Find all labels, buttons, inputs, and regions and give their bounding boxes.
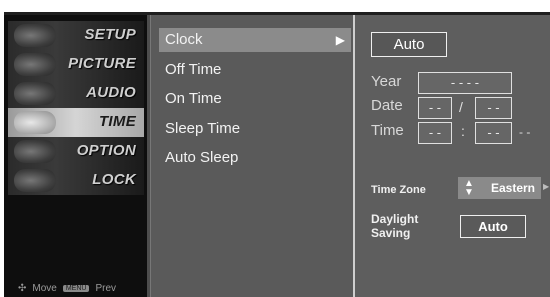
time-hour-field[interactable]: - -: [418, 122, 452, 144]
category-option[interactable]: OPTION: [8, 137, 144, 166]
category-label: SETUP: [84, 26, 136, 43]
category-label: PICTURE: [68, 55, 136, 72]
daylight-label-line2: Saving: [371, 226, 411, 240]
right-arrow-icon[interactable]: ▶: [543, 182, 549, 191]
year-label: Year: [371, 73, 402, 90]
picture-thumbnail-icon: [14, 53, 56, 76]
navigation-hints: ✣ Move MENU Prev: [18, 283, 116, 294]
prev-hint-label: Prev: [95, 283, 117, 294]
daylight-saving-selector[interactable]: Auto: [460, 215, 526, 238]
category-label: TIME: [98, 113, 136, 130]
date-label: Date: [371, 97, 403, 114]
up-down-arrow-icon: ▲ ▼: [464, 178, 474, 198]
time-zone-selector[interactable]: ▲ ▼ Eastern: [458, 177, 541, 199]
submenu-item-auto-sleep[interactable]: Auto Sleep: [159, 146, 351, 170]
time-label: Time: [371, 122, 404, 139]
time-submenu: Clock ▶ Off Time On Time Sleep Time Auto…: [150, 15, 353, 297]
category-label: LOCK: [92, 171, 136, 188]
submenu-item-sleep-time[interactable]: Sleep Time: [159, 117, 351, 141]
category-time[interactable]: TIME: [8, 108, 144, 137]
submenu-item-off-time[interactable]: Off Time: [159, 58, 351, 82]
option-thumbnail-icon: [14, 140, 56, 163]
category-menu: SETUP PICTURE AUDIO TIME OPTION LOCK ✣ M…: [4, 15, 147, 297]
setup-thumbnail-icon: [14, 24, 56, 47]
time-ampm-field[interactable]: - -: [519, 125, 530, 139]
clock-settings-panel: Auto Year - - - - Date - - / - - Time - …: [353, 15, 550, 297]
time-thumbnail-icon: [14, 111, 56, 134]
audio-thumbnail-icon: [14, 82, 56, 105]
category-audio[interactable]: AUDIO: [8, 79, 144, 108]
move-icon: ✣: [18, 283, 27, 294]
date-separator: /: [459, 99, 463, 115]
category-label: OPTION: [76, 142, 136, 159]
daylight-label-line1: Daylight: [371, 212, 419, 226]
submenu-item-label: Auto Sleep: [165, 149, 239, 166]
submenu-item-label: On Time: [165, 90, 222, 107]
year-field[interactable]: - - - -: [418, 72, 512, 94]
tv-menu-screen: SETUP PICTURE AUDIO TIME OPTION LOCK ✣ M…: [4, 12, 550, 297]
clock-mode-selector[interactable]: Auto: [371, 32, 447, 57]
category-label: AUDIO: [86, 84, 136, 101]
time-separator: :: [461, 123, 465, 139]
category-picture[interactable]: PICTURE: [8, 50, 144, 79]
date-day-field[interactable]: - -: [475, 97, 512, 119]
category-lock[interactable]: LOCK: [8, 166, 144, 195]
submenu-item-label: Clock: [165, 31, 203, 48]
menu-key-icon: MENU: [62, 285, 90, 292]
time-zone-label: Time Zone: [371, 184, 426, 196]
date-month-field[interactable]: - -: [418, 97, 452, 119]
time-minute-field[interactable]: - -: [475, 122, 512, 144]
play-arrow-icon: ▶: [335, 33, 345, 47]
category-setup[interactable]: SETUP: [8, 21, 144, 50]
move-hint-label: Move: [32, 283, 57, 294]
submenu-item-on-time[interactable]: On Time: [159, 87, 351, 111]
submenu-item-label: Sleep Time: [165, 120, 241, 137]
time-zone-value: Eastern: [490, 181, 535, 195]
daylight-saving-label: Daylight Saving: [371, 212, 431, 240]
submenu-item-clock[interactable]: Clock ▶: [159, 28, 351, 52]
lock-thumbnail-icon: [14, 169, 56, 192]
submenu-item-label: Off Time: [165, 61, 222, 78]
